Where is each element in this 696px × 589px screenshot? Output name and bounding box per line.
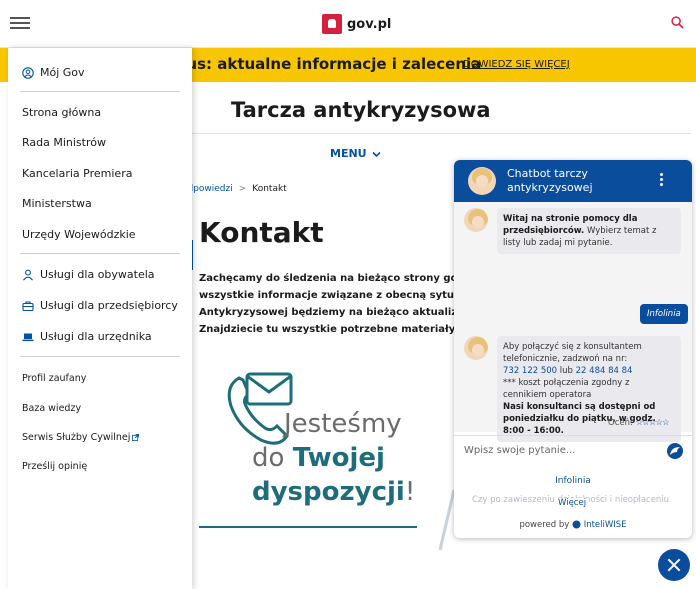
more-suggestions-button[interactable]: Więcej [557, 498, 588, 508]
chat-question-input[interactable]: Wpisz swoje pytanie... [464, 445, 575, 456]
chevron-down-icon [372, 151, 382, 157]
banner-learn-more-link[interactable]: DOWIEDZ SIĘ WIĘCEJ [463, 59, 570, 70]
illustration-line-3: dyspozycji! [252, 477, 415, 507]
logo-text: gov.pl [347, 16, 392, 32]
rate-label: Oceń: [608, 418, 633, 428]
illustration-line-2-bold: Twojej [292, 443, 385, 473]
breadcrumb-separator: > [238, 184, 247, 194]
send-icon[interactable] [666, 442, 684, 460]
illustration-underline [199, 526, 417, 528]
briefcase-icon [22, 300, 34, 311]
sidebar-navigation: Mój Gov Strona główna Rada Ministrów Kan… [8, 48, 192, 589]
user-message: Infolinia [640, 304, 688, 324]
sidebar-item-label: Serwis Służby Cywilnej [22, 432, 131, 443]
sidebar-item-uslugi-obywatela[interactable]: Usługi dla obywatela [22, 268, 155, 281]
illustration-line-2-prefix: do [252, 443, 293, 473]
bot-message-welcome: Witaj na stronie pomocy dla przedsiębior… [497, 208, 681, 254]
sidebar-item-label: Kancelaria Premiera [22, 167, 133, 180]
sidebar-divider [20, 253, 180, 254]
sidebar-item-profil-zaufany[interactable]: Profil zaufany [22, 373, 86, 384]
menu-button[interactable]: MENU [330, 147, 382, 160]
sidebar-item-label: Mój Gov [40, 66, 85, 79]
sidebar-item-label: Profil zaufany [22, 373, 87, 384]
user-circle-icon [22, 66, 34, 79]
reply-note: *** koszt połączenia zgodny z cennikiem … [503, 378, 630, 400]
powered-prefix: powered by [519, 520, 570, 530]
illustration-line-2: do Twojej [252, 443, 385, 473]
phone-number-1[interactable]: 732 122 500 [503, 366, 557, 376]
bot-avatar [464, 336, 488, 360]
more-vertical-icon[interactable] [660, 173, 664, 188]
illustration-line-1: Jesteśmy [284, 409, 402, 439]
sidebar-item-label: Prześlij opinię [22, 461, 88, 472]
sidebar-divider [20, 356, 180, 357]
top-bar: gov.pl [0, 0, 696, 48]
sidebar-item-label: Usługi dla urzędnika [40, 330, 152, 343]
sidebar-item-kancelaria-premiera[interactable]: Kancelaria Premiera [22, 167, 132, 180]
sidebar-item-strona-glowna[interactable]: Strona główna [22, 106, 101, 119]
phone-joiner: lub [559, 366, 573, 376]
intro-line: Znajdziecie tu wszystkie potrzebne mater… [199, 324, 459, 335]
powered-brand[interactable]: InteliWISE [584, 520, 627, 530]
sidebar-item-label: Strona główna [22, 106, 102, 119]
sidebar-item-baza-wiedzy[interactable]: Baza wiedzy [22, 403, 81, 414]
search-icon[interactable] [671, 16, 684, 29]
chatbot-title: Chatbot tarczy antykryzysowej [507, 167, 593, 194]
chatbot-header: Chatbot tarczy antykryzysowej [454, 160, 692, 202]
sidebar-divider [20, 91, 180, 92]
chatbot-window: Chatbot tarczy antykryzysowej Witaj na s… [454, 160, 692, 538]
powered-by: powered by InteliWISE [454, 520, 692, 530]
hamburger-menu-icon[interactable] [10, 14, 30, 34]
illustration-line-3-bold: dyspozycji [252, 477, 405, 507]
chatbot-divider [454, 435, 692, 436]
rating-stars[interactable]: ☆☆☆☆☆ [636, 418, 670, 428]
reply-intro: Aby połączyć się z konsultantem telefoni… [503, 342, 642, 364]
menu-label: MENU [330, 147, 367, 160]
sidebar-item-przeslij-opinie[interactable]: Prześlij opinię [22, 461, 87, 472]
close-chat-icon[interactable] [658, 549, 690, 581]
intro-line: Zachęcamy do śledzenia na bieżąco strony… [199, 273, 461, 284]
sidebar-item-urzedy-wojewodzkie[interactable]: Urzędy Wojewódzkie [22, 228, 136, 241]
banner-text: wirus: aktualne informacje i zalecenia [160, 55, 482, 73]
sidebar-item-moj-gov[interactable]: Mój Gov [22, 66, 85, 79]
site-title: Tarcza antykryzysowa [231, 98, 491, 122]
eagle-emblem-icon [322, 14, 342, 34]
header-divider [191, 133, 691, 134]
breadcrumb-current: Kontakt [252, 184, 287, 194]
sidebar-item-uslugi-przedsiebiorcy[interactable]: Usługi dla przedsiębiorcy [22, 299, 178, 312]
illustration-line-3-suffix: ! [404, 477, 416, 507]
sidebar-item-ministerstwa[interactable]: Ministerstwa [22, 197, 92, 210]
intro-line: wszystkie informacje związane z obecną s… [199, 290, 461, 301]
inteliwise-logo-icon [572, 520, 581, 529]
chatbot-avatar [468, 167, 496, 195]
rating: Oceń: ☆☆☆☆☆ [608, 418, 670, 428]
sidebar-item-label: Baza wiedzy [22, 403, 82, 414]
bot-avatar [464, 208, 488, 232]
sidebar-item-uslugi-urzednika[interactable]: Usługi dla urzędnika [22, 330, 152, 343]
sidebar-item-label: Usługi dla przedsiębiorcy [40, 299, 178, 312]
sidebar-item-rada-ministrow[interactable]: Rada Ministrów [22, 136, 106, 149]
suggestion-infolinia[interactable]: Infolinia [454, 476, 692, 486]
person-icon [23, 269, 33, 281]
intro-text: Zachęcamy do śledzenia na bieżąco strony… [199, 270, 461, 338]
chatbot-conversation[interactable]: Witaj na stronie pomocy dla przedsiębior… [454, 202, 692, 442]
sidebar-item-label: Ministerstwa [22, 197, 92, 210]
external-link-icon [132, 434, 140, 441]
laptop-icon [22, 333, 34, 341]
sidebar-item-label: Urzędy Wojewódzkie [22, 228, 136, 241]
gov-logo[interactable]: gov.pl [322, 14, 391, 34]
phone-number-2[interactable]: 22 484 84 84 [576, 366, 633, 376]
intro-line: Antykryzysowej będziemy na bieżąco aktua… [199, 307, 461, 318]
sidebar-item-serwis-sluzby-cywilnej[interactable]: Serwis Służby Cywilnej [22, 432, 140, 443]
page-title: Kontakt [199, 216, 324, 249]
sidebar-item-label: Usługi dla obywatela [40, 268, 155, 281]
sidebar-item-label: Rada Ministrów [22, 136, 106, 149]
